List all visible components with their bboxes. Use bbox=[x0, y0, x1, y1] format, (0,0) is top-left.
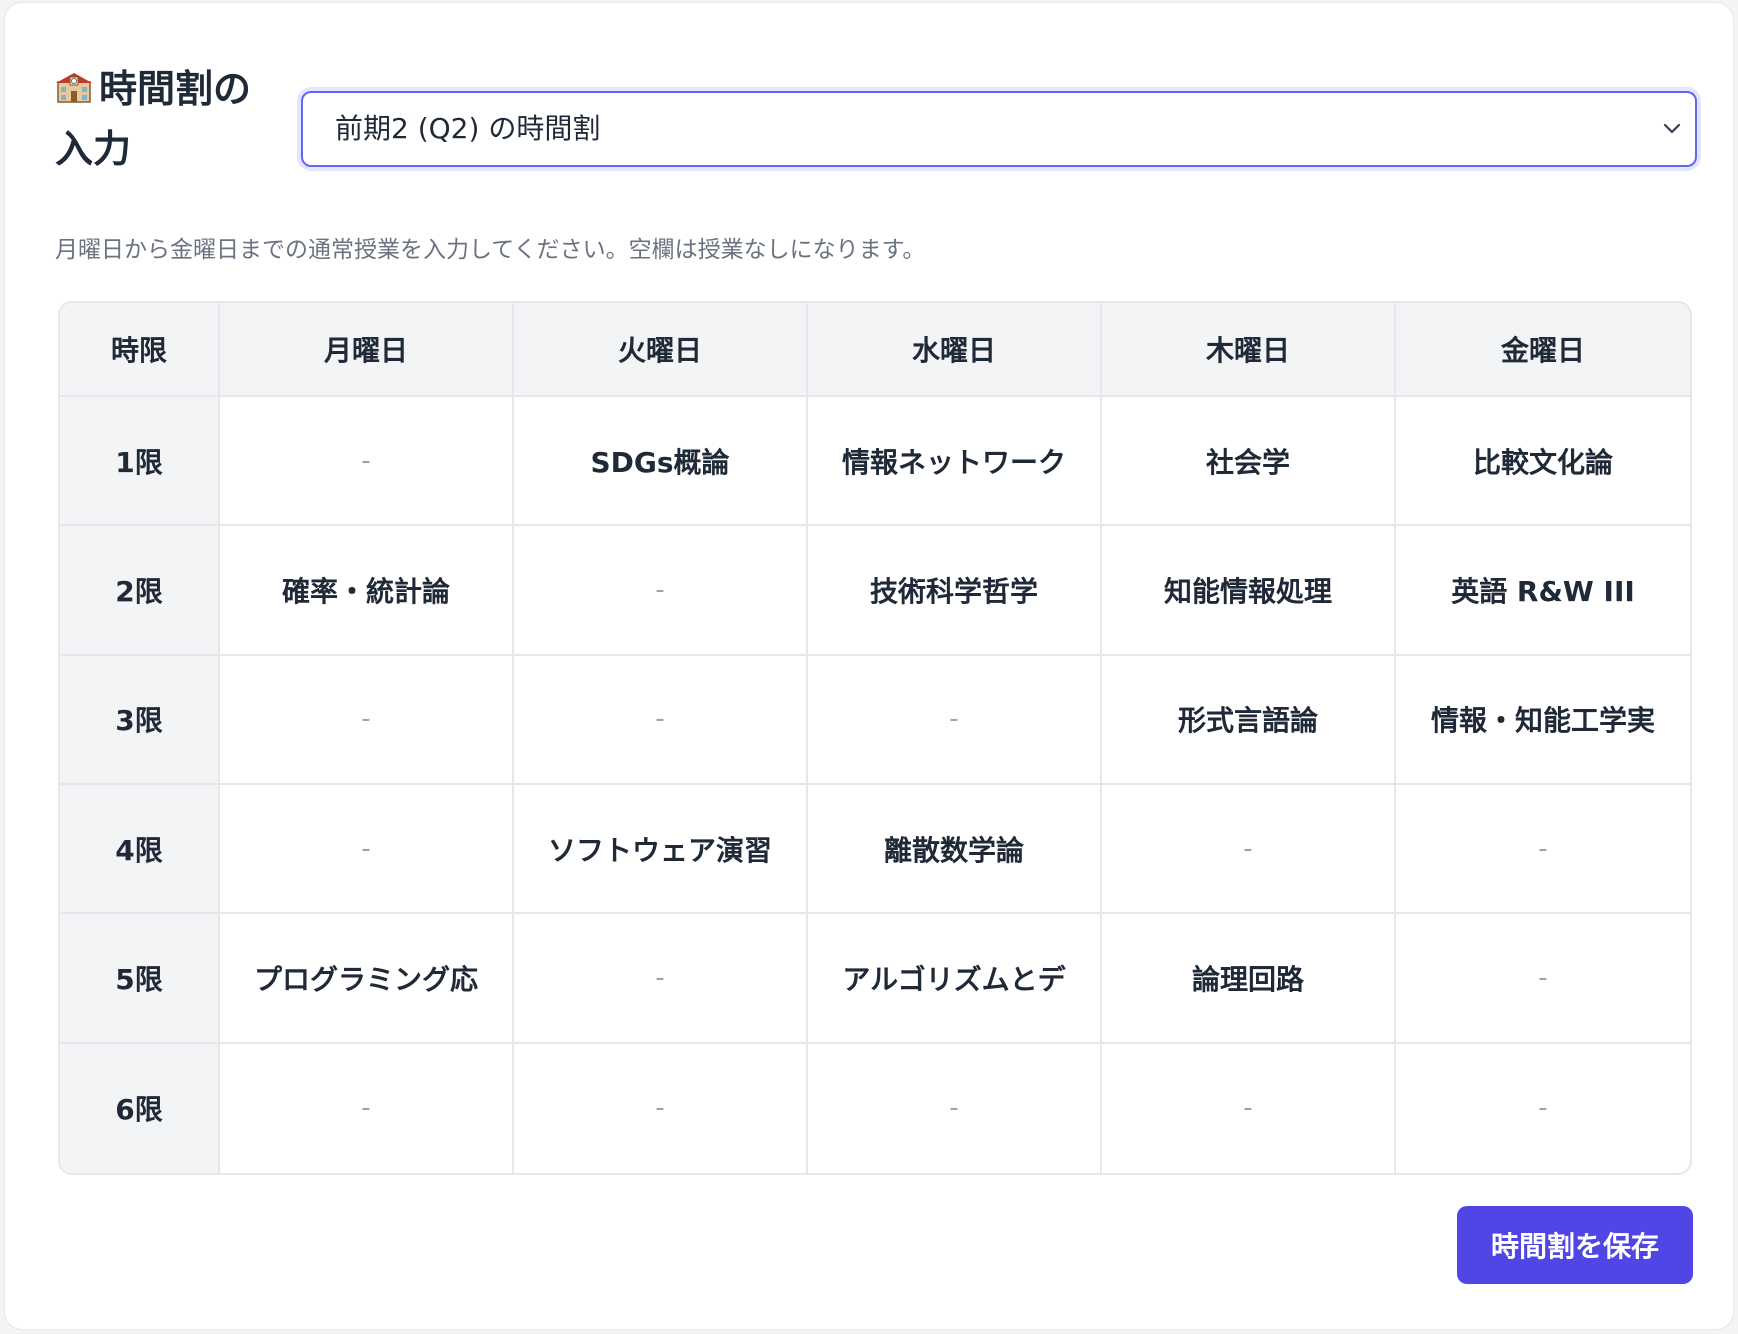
timetable-slot-thu-3[interactable]: 形式言語論 bbox=[1102, 655, 1396, 785]
period-label: 2限 bbox=[60, 526, 220, 656]
column-header-thursday: 木曜日 bbox=[1102, 303, 1396, 397]
timetable-slot-fri-6[interactable]: - bbox=[1396, 1044, 1690, 1173]
timetable-slot-thu-4[interactable]: - bbox=[1102, 784, 1396, 915]
timetable-slot-thu-1[interactable]: 社会学 bbox=[1102, 397, 1396, 527]
timetable-slot-tue-1[interactable]: SDGs概論 bbox=[514, 397, 808, 527]
timetable-slot-tue-5[interactable]: - bbox=[514, 914, 808, 1044]
timetable-slot-tue-3[interactable]: - bbox=[514, 655, 808, 785]
timetable-slot-mon-5[interactable]: プログラミング応 bbox=[220, 914, 514, 1044]
period-label: 3限 bbox=[60, 655, 220, 785]
timetable-slot-mon-4[interactable]: - bbox=[220, 784, 514, 915]
timetable-slot-mon-3[interactable]: - bbox=[220, 655, 514, 785]
column-header-friday: 金曜日 bbox=[1396, 303, 1690, 397]
instructions-text: 月曜日から金曜日までの通常授業を入力してください。空欄は授業なしになります。 bbox=[55, 237, 926, 263]
timetable-card: 時間割の入力 前期2 (Q2) の時間割 月曜日から金曜日までの通常授業を入力し… bbox=[4, 2, 1734, 1330]
timetable-slot-fri-5[interactable]: - bbox=[1396, 914, 1690, 1044]
timetable-slot-fri-4[interactable]: - bbox=[1396, 785, 1690, 915]
column-header-wednesday: 水曜日 bbox=[808, 303, 1102, 397]
header: 時間割の入力 前期2 (Q2) の時間割 bbox=[55, 55, 1697, 175]
timetable-slot-wed-1[interactable]: 情報ネットワーク bbox=[808, 397, 1102, 527]
chevron-down-icon bbox=[1663, 123, 1681, 134]
period-label: 1限 bbox=[60, 397, 220, 527]
column-header-tuesday: 火曜日 bbox=[514, 303, 808, 397]
timetable-slot-wed-2[interactable]: 技術科学哲学 bbox=[808, 526, 1102, 656]
page-title: 時間割の入力 bbox=[55, 59, 275, 179]
school-building-icon bbox=[55, 61, 93, 103]
timetable-slot-wed-3[interactable]: - bbox=[808, 655, 1102, 785]
timetable-slot-thu-5[interactable]: 論理回路 bbox=[1102, 914, 1396, 1044]
timetable-slot-tue-4[interactable]: ソフトウェア演習 bbox=[514, 784, 808, 915]
period-label: 6限 bbox=[60, 1043, 220, 1173]
timetable-slot-mon-6[interactable]: - bbox=[220, 1043, 514, 1173]
period-label: 4限 bbox=[60, 784, 220, 915]
timetable-slot-thu-2[interactable]: 知能情報処理 bbox=[1102, 526, 1396, 656]
timetable-slot-mon-2[interactable]: 確率・統計論 bbox=[220, 526, 514, 656]
column-header-monday: 月曜日 bbox=[220, 303, 514, 397]
quarter-select[interactable]: 前期2 (Q2) の時間割 bbox=[301, 91, 1697, 167]
timetable-slot-fri-1[interactable]: 比較文化論 bbox=[1396, 397, 1690, 527]
timetable-grid: 時限 月曜日 火曜日 水曜日 木曜日 金曜日 1限 - SDGs概論 情報ネット… bbox=[58, 301, 1692, 1175]
timetable-slot-thu-6[interactable]: - bbox=[1102, 1043, 1396, 1173]
timetable-slot-tue-2[interactable]: - bbox=[514, 526, 808, 656]
quarter-select-value: 前期2 (Q2) の時間割 bbox=[335, 112, 601, 145]
timetable-slot-tue-6[interactable]: - bbox=[514, 1043, 808, 1173]
column-header-period: 時限 bbox=[60, 303, 220, 397]
timetable-slot-wed-4[interactable]: 離散数学論 bbox=[808, 784, 1102, 915]
timetable-slot-fri-3[interactable]: 情報・知能工学実 bbox=[1396, 656, 1690, 785]
timetable-slot-fri-2[interactable]: 英語 R&W III bbox=[1396, 526, 1690, 656]
period-label: 5限 bbox=[60, 914, 220, 1044]
timetable-slot-wed-5[interactable]: アルゴリズムとデ bbox=[808, 914, 1102, 1044]
save-timetable-button[interactable]: 時間割を保存 bbox=[1457, 1206, 1693, 1284]
timetable-slot-mon-1[interactable]: - bbox=[220, 397, 514, 527]
timetable-slot-wed-6[interactable]: - bbox=[808, 1043, 1102, 1173]
